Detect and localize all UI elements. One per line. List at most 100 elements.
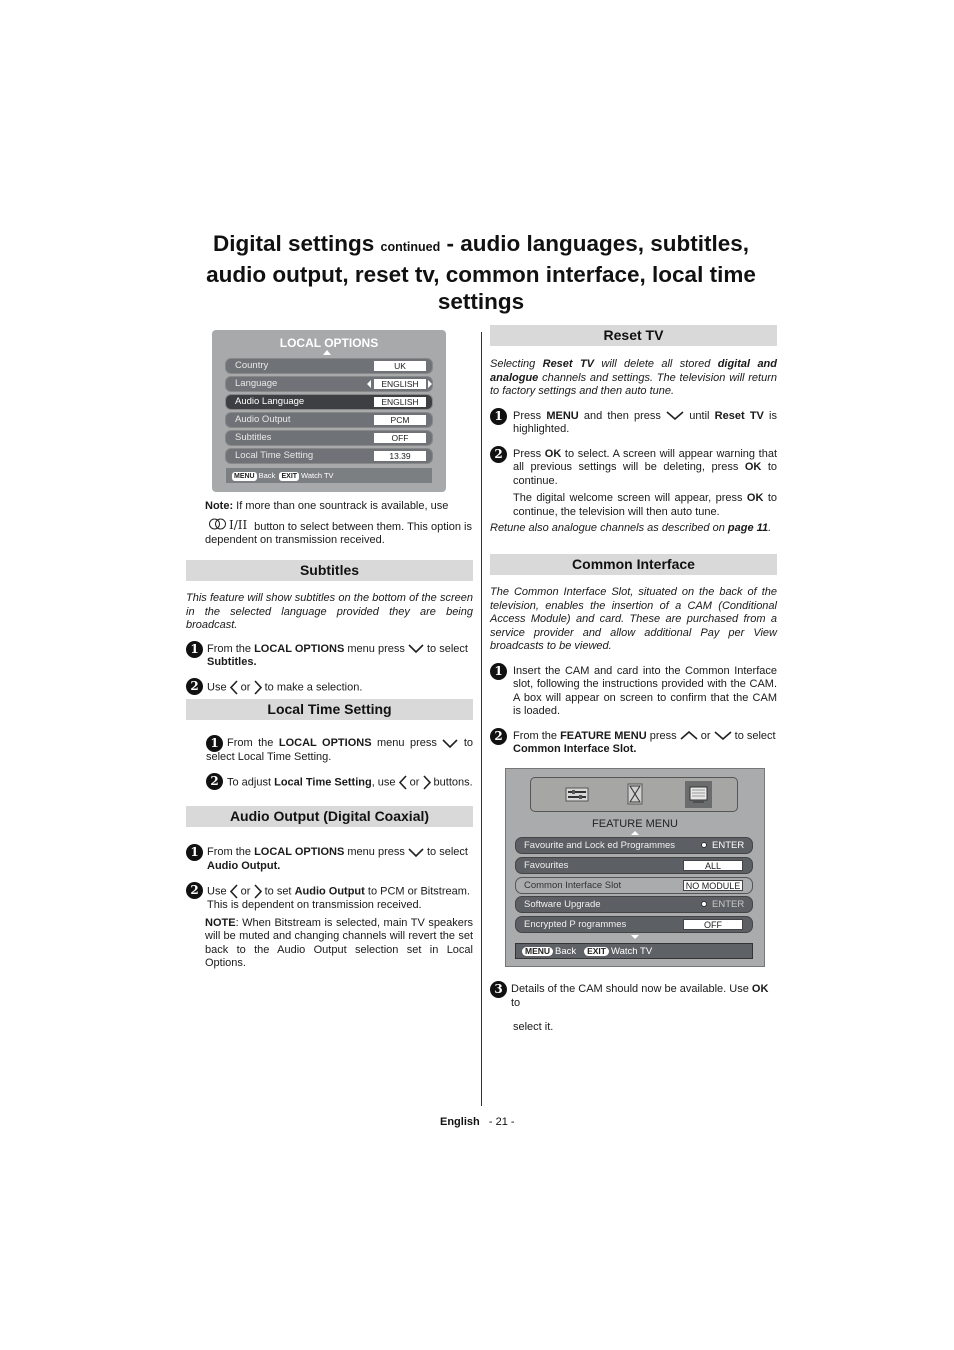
- down-chevron-icon: [442, 739, 458, 748]
- local-options-menu-screenshot: LOCAL OPTIONS Country UK Language ENGLISH …: [212, 330, 446, 492]
- row-label: Audio Output: [235, 414, 291, 425]
- text: Use: [207, 885, 230, 898]
- reset-tv-section: Reset TV Selecting Reset TV will delete …: [490, 325, 777, 536]
- subtitles-header: Subtitles: [186, 560, 473, 581]
- watch-tv-label: Watch TV: [301, 471, 334, 480]
- screen-icon-tile: [685, 781, 712, 808]
- text: Insert the CAM and card into the Common …: [513, 664, 777, 718]
- menu-title: LOCAL OPTIONS: [279, 336, 379, 350]
- text-bold: FEATURE MENU: [560, 729, 647, 742]
- row-value: UK: [374, 361, 426, 371]
- note-text: : When Bitstream is selected, main TV sp…: [205, 916, 473, 970]
- text-bold: LOCAL OPTIONS: [254, 846, 345, 858]
- row-label: Favourite and Lock ed Programmes: [524, 840, 676, 851]
- step-number-badge: 1: [186, 640, 203, 658]
- text-bold: Local Time Setting: [274, 776, 372, 789]
- menu-row-favourites: Favourites ALL: [515, 857, 753, 874]
- text: or: [406, 776, 423, 789]
- left-chevron-icon: [229, 884, 238, 899]
- menu-row-subtitles: Subtitles OFF: [225, 430, 433, 446]
- text: To adjust: [227, 776, 275, 789]
- row-label: Favourites: [524, 860, 569, 871]
- subtitles-step-2: 2 Use or to make a selection.: [186, 677, 473, 695]
- page-title: Digital settings continued - audio langu…: [195, 230, 767, 315]
- row-value: OFF: [374, 433, 426, 443]
- left-arrow-icon: [367, 380, 371, 388]
- note-label: NOTE: [205, 916, 236, 929]
- text: Use: [207, 680, 230, 693]
- footer-language: English: [440, 1116, 480, 1128]
- menu-row-encrypted-programmes: Encrypted P rogrammes OFF: [515, 916, 753, 933]
- down-chevron-icon: [714, 731, 732, 741]
- menu-row-language: Language ENGLISH: [225, 376, 433, 392]
- row-label: Local Time Setting: [235, 450, 314, 461]
- text: From the: [227, 737, 279, 749]
- row-label: Audio Language: [235, 396, 305, 407]
- reset-tv-step-1: 1 Press MENU and then press until Reset …: [490, 407, 777, 437]
- right-chevron-icon: [253, 884, 262, 899]
- row-label: Subtitles: [235, 432, 272, 443]
- text: to make a selection.: [261, 680, 363, 693]
- up-arrow-icon: [323, 350, 331, 355]
- timer-icon: [627, 783, 643, 805]
- text: .: [768, 522, 772, 534]
- subtitles-section: Subtitles This feature will show subtitl…: [186, 560, 473, 695]
- step-number-badge: 2: [490, 727, 507, 745]
- row-value: 13.39: [374, 451, 426, 461]
- up-arrow-icon: [631, 831, 639, 835]
- step-number-badge: 2: [490, 445, 507, 463]
- down-arrow-icon: [631, 935, 639, 939]
- text: From the: [207, 642, 255, 655]
- audio-note: Note: If more than one sountrack is avai…: [205, 500, 472, 548]
- text-bold: OK: [544, 447, 562, 460]
- menu-row-local-time: Local Time Setting 13.39: [225, 448, 433, 464]
- text: buttons.: [430, 776, 473, 789]
- menu-title: FEATURE MENU: [592, 818, 678, 830]
- text: menu press: [371, 737, 443, 749]
- text-bold: MENU: [546, 409, 579, 422]
- watch-tv-label: Watch TV: [610, 946, 653, 957]
- text-bold: Audio Output: [294, 885, 365, 898]
- feature-menu-screenshot: FEATURE MENU Favourite and Lock ed Progr…: [505, 768, 765, 967]
- local-time-step-2: 2 To adjust Local Time Setting, use or b…: [206, 773, 473, 790]
- audio-button-icon: I/II: [209, 518, 251, 535]
- title-main: Digital settings: [212, 231, 375, 256]
- common-interface-intro: The Common Interface Slot, situated on t…: [490, 586, 777, 652]
- text: The digital welcome screen will appear, …: [513, 492, 747, 504]
- exit-key: EXIT: [279, 472, 300, 481]
- svg-text:I/II: I/II: [229, 518, 248, 530]
- local-time-step-1: 1 From the LOCAL OPTIONS menu press to s…: [206, 735, 473, 764]
- text: Press: [513, 447, 545, 460]
- row-value: ENGLISH: [374, 397, 426, 407]
- menu-footer: MENU Back EXIT Watch TV: [226, 468, 432, 483]
- row-value: ENTER: [712, 840, 745, 851]
- text-bold: Reset TV: [542, 358, 595, 370]
- step-number-badge: 1: [186, 844, 203, 861]
- menu-row-favourite-locked: Favourite and Lock ed Programmes ENTER: [515, 837, 753, 854]
- text-bold: OK: [751, 983, 769, 995]
- text: to select: [731, 729, 776, 742]
- menu-row-software-upgrade: Software Upgrade ENTER: [515, 896, 753, 913]
- text: to select: [423, 846, 468, 858]
- row-label: Common Interface Slot: [524, 880, 622, 891]
- screen-icon: [689, 786, 708, 803]
- text-bold: LOCAL OPTIONS: [254, 642, 345, 655]
- text: select it.: [513, 1021, 554, 1033]
- menu-footer: MENU Back EXIT Watch TV: [515, 943, 753, 959]
- text-bold: Common Interface Slot.: [513, 743, 637, 755]
- step-number-badge: 1: [206, 735, 223, 752]
- text: to set: [261, 885, 295, 898]
- step-number-badge: 3: [490, 981, 507, 998]
- text: Retune also analogue channels as describ…: [490, 522, 728, 534]
- text: Selecting: [490, 358, 543, 370]
- reset-tv-step-2b: The digital welcome screen will appear, …: [490, 492, 777, 519]
- left-chevron-icon: [229, 679, 238, 695]
- step-number-badge: 2: [206, 773, 223, 790]
- right-chevron-icon: [253, 679, 262, 695]
- text-bold: Reset TV: [714, 409, 764, 422]
- note-text1: If more than one sountrack is available,…: [233, 500, 449, 512]
- ok-button-icon: [701, 901, 707, 907]
- local-time-header: Local Time Setting: [186, 699, 473, 720]
- feature-icon-bar: [530, 777, 738, 812]
- text-bold: Subtitles.: [207, 656, 257, 668]
